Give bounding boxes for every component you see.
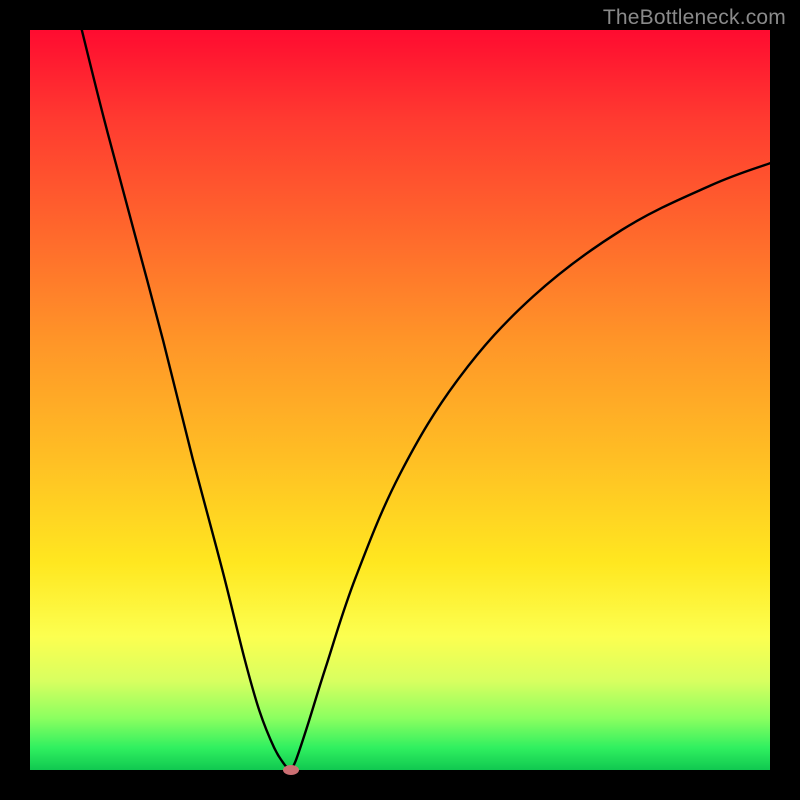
watermark-text: TheBottleneck.com [603, 6, 786, 30]
curve-right-branch [291, 163, 770, 770]
minimum-marker [283, 765, 299, 775]
bottleneck-curve [30, 30, 770, 770]
chart-frame: TheBottleneck.com [0, 0, 800, 800]
plot-area [30, 30, 770, 770]
curve-left-branch [82, 30, 291, 770]
